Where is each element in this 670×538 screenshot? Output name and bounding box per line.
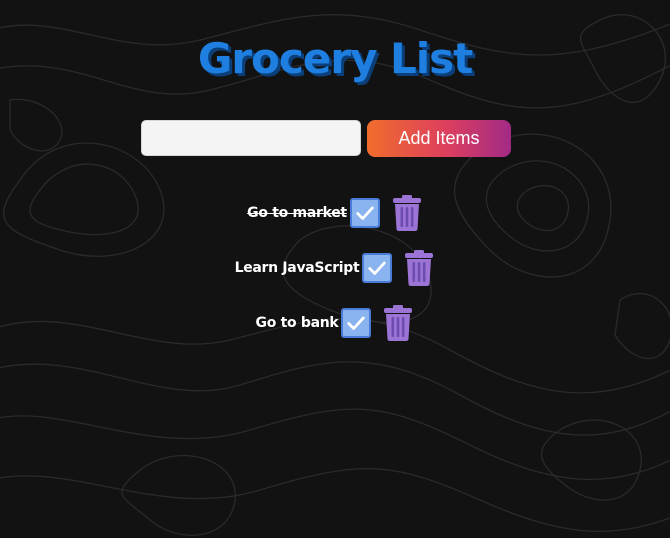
check-icon — [347, 316, 366, 330]
list-item: Go to market — [0, 193, 670, 233]
list-item: Go to bank — [0, 303, 670, 343]
item-label: Learn JavaScript — [234, 260, 360, 276]
complete-button[interactable] — [349, 198, 380, 228]
trash-icon — [405, 250, 434, 286]
grocery-list: Go to market Learn JavaScript Go to bank — [0, 193, 670, 358]
delete-button[interactable] — [403, 248, 435, 288]
complete-button[interactable] — [341, 308, 372, 338]
delete-button[interactable] — [382, 303, 414, 343]
add-items-button[interactable]: Add Items — [367, 120, 511, 157]
check-icon — [356, 206, 374, 220]
item-input[interactable] — [141, 120, 361, 156]
check-icon — [368, 261, 387, 275]
list-item: Learn JavaScript — [0, 248, 670, 288]
trash-icon — [392, 195, 421, 231]
page-title: Grocery List — [197, 34, 473, 83]
trash-icon — [384, 305, 413, 341]
app-container: Grocery List Add Items Go to market Lear… — [0, 0, 670, 538]
item-label: Go to market — [247, 205, 347, 221]
item-label: Go to bank — [255, 315, 339, 331]
delete-button[interactable] — [391, 193, 423, 233]
add-item-form: Add Items — [141, 120, 511, 157]
complete-button[interactable] — [362, 253, 393, 283]
